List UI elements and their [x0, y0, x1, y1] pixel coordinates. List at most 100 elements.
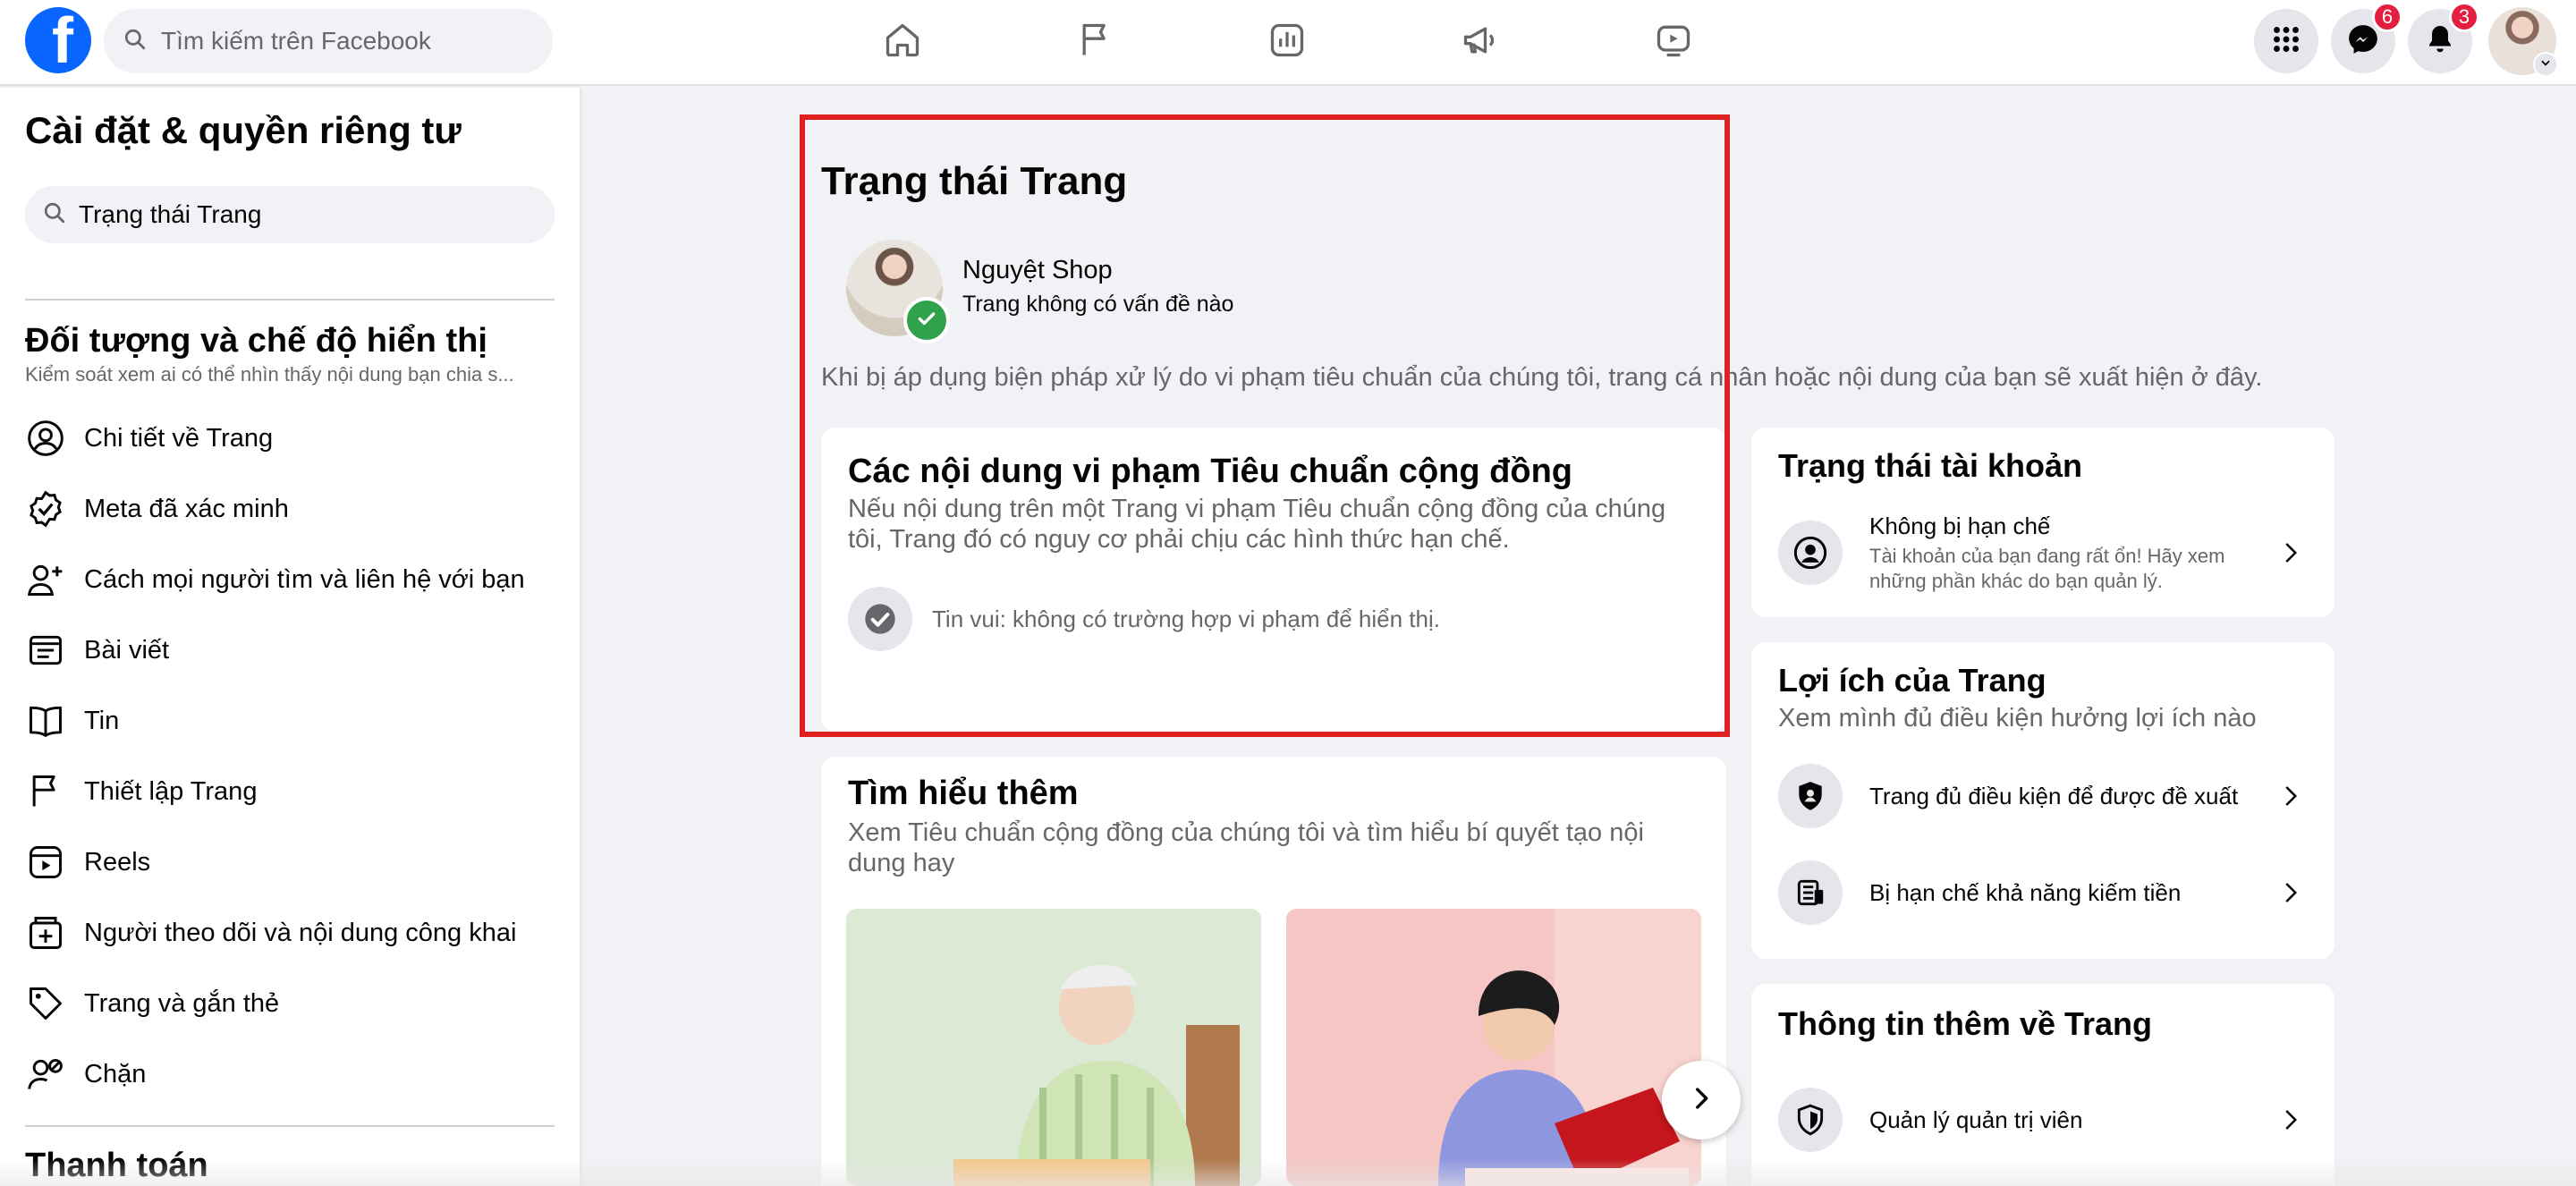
- pages-tab[interactable]: [1064, 13, 1127, 72]
- global-search-input[interactable]: [161, 27, 519, 55]
- info-row-label: Quản lý quản trị viên: [1869, 1106, 2083, 1133]
- content-tips-illustration[interactable]: [1286, 909, 1701, 1186]
- community-standards-illustration[interactable]: [846, 909, 1261, 1186]
- chevron-right-icon: [1686, 1083, 1716, 1118]
- page-benefits-description: Xem mình đủ điều kiện hưởng lợi ích nào: [1778, 704, 2257, 733]
- chevron-right-icon: [2272, 539, 2308, 566]
- grid-menu-icon: [2270, 23, 2302, 60]
- sidebar-item-blocking[interactable]: Chặn: [25, 1046, 555, 1103]
- video-play-icon: [1654, 21, 1693, 64]
- search-icon: [123, 28, 147, 55]
- megaphone-icon: [1461, 21, 1500, 64]
- flag-icon: [1076, 21, 1115, 64]
- sidebar-item-label: Chặn: [84, 1059, 147, 1089]
- page-status-text: Trang không có vấn đề nào: [962, 292, 1234, 317]
- account-status-subtext: Tài khoản của bạn đang rất ổn! Hãy xem n…: [1869, 544, 2225, 592]
- page-benefits-title: Lợi ích của Trang: [1778, 662, 2046, 699]
- benefit-row-recommendation[interactable]: Trang đủ điều kiện để được đề xuất: [1778, 762, 2308, 830]
- messenger-icon: [2346, 22, 2380, 61]
- shield-icon: [1778, 1088, 1843, 1152]
- sidebar-title: Cài đặt & quyền riêng tư: [25, 109, 462, 151]
- account-status-card: Trạng thái tài khoản Không bị hạn chế Tà…: [1751, 428, 2334, 617]
- insights-tab[interactable]: [1256, 13, 1318, 72]
- sidebar-item-label: Thiết lập Trang: [84, 776, 258, 806]
- info-row-admin-management[interactable]: Quản lý quản trị viên: [1778, 1086, 2308, 1154]
- sidebar-item-followers[interactable]: Người theo dõi và nội dung công khai: [25, 904, 555, 962]
- settings-sidebar: Cài đặt & quyền riêng tư Đối tượng và ch…: [0, 88, 580, 1186]
- home-icon: [883, 21, 922, 64]
- page-name: Nguyệt Shop: [962, 256, 1113, 284]
- account-status-row[interactable]: Không bị hạn chế Tài khoản của bạn đang …: [1778, 503, 2308, 603]
- account-menu-caret[interactable]: [2533, 52, 2558, 77]
- sidebar-item-posts[interactable]: Bài viết: [25, 622, 555, 679]
- violations-description: Nếu nội dung trên một Trang vi phạm Tiêu…: [848, 495, 1666, 554]
- global-search-box[interactable]: [104, 9, 553, 73]
- bar-chart-icon: [1267, 21, 1307, 64]
- sidebar-section-description: Kiểm soát xem ai có thể nhìn thấy nội du…: [25, 363, 514, 385]
- page-info-card: Thông tin thêm về Trang Quản lý quản trị…: [1751, 984, 2334, 1186]
- learn-more-title: Tìm hiểu thêm: [848, 775, 1079, 812]
- carousel-next-button[interactable]: [1662, 1061, 1741, 1139]
- sidebar-item-label: Meta đã xác minh: [84, 494, 289, 523]
- block-user-icon: [25, 1054, 66, 1095]
- benefit-label: Bị hạn chế khả năng kiếm tiền: [1869, 878, 2182, 906]
- post-icon: [25, 630, 66, 671]
- sidebar-item-label: Trang và gắn thẻ: [84, 988, 280, 1018]
- no-violations-row: Tin vui: không có trường hợp vi phạm để …: [848, 585, 1699, 653]
- benefit-label: Trang đủ điều kiện để được đề xuất: [1869, 782, 2239, 809]
- messenger-badge: 6: [2372, 2, 2402, 32]
- person-add-icon: [25, 559, 66, 600]
- facebook-logo-letter: f: [52, 7, 73, 73]
- user-circle-icon: [25, 418, 66, 459]
- video-tab[interactable]: [1642, 13, 1705, 72]
- notifications-button[interactable]: 3: [2408, 2, 2479, 73]
- sidebar-divider: [25, 1125, 555, 1127]
- sidebar-divider: [25, 299, 555, 301]
- reels-icon: [25, 842, 66, 883]
- violations-title: Các nội dung vi phạm Tiêu chuẩn cộng đồn…: [848, 453, 1572, 490]
- verified-badge-icon: [25, 488, 66, 529]
- chevron-right-icon: [2272, 1106, 2308, 1133]
- sidebar-item-stories[interactable]: Tin: [25, 692, 555, 750]
- page-info-title: Thông tin thêm về Trang: [1778, 1005, 2153, 1042]
- shield-user-icon: [1778, 764, 1843, 828]
- sidebar-item-page-setup[interactable]: Thiết lập Trang: [25, 763, 555, 820]
- status-intro-text: Khi bị áp dụng biện pháp xử lý do vi phạ…: [821, 363, 2263, 392]
- settings-search-input[interactable]: [79, 200, 526, 229]
- sidebar-item-label: Cách mọi người tìm và liên hệ với bạn: [84, 564, 525, 594]
- sidebar-section-title: Đối tượng và chế độ hiển thị: [25, 322, 487, 360]
- sidebar-item-label: Bài viết: [84, 635, 170, 665]
- facebook-logo[interactable]: f: [25, 7, 91, 73]
- chevron-down-icon: [2539, 56, 2552, 73]
- sidebar-item-meta-verified[interactable]: Meta đã xác minh: [25, 480, 555, 538]
- sidebar-item-label: Chi tiết về Trang: [84, 423, 274, 453]
- bell-icon: [2424, 23, 2456, 60]
- check-icon: [915, 307, 938, 335]
- notifications-badge: 3: [2449, 2, 2479, 32]
- sidebar-item-label: Tin: [84, 706, 120, 735]
- sidebar-section-title: Thanh toán: [25, 1147, 208, 1184]
- sidebar-item-page-details[interactable]: Chi tiết về Trang: [25, 410, 555, 467]
- search-icon: [43, 201, 66, 229]
- sidebar-item-label: Người theo dõi và nội dung công khai: [84, 918, 517, 947]
- menu-button[interactable]: [2254, 9, 2318, 73]
- sidebar-item-reels[interactable]: Reels: [25, 834, 555, 891]
- sidebar-item-find-contact[interactable]: Cách mọi người tìm và liên hệ với bạn: [25, 551, 555, 608]
- top-navigation-bar: f 6 3: [0, 0, 2576, 86]
- benefit-row-monetization[interactable]: Bị hạn chế khả năng kiếm tiền: [1778, 859, 2308, 927]
- page-title: Trạng thái Trang: [821, 159, 1128, 203]
- ads-tab[interactable]: [1449, 13, 1512, 72]
- violations-card: Các nội dung vi phạm Tiêu chuẩn cộng đồn…: [821, 428, 1726, 732]
- sidebar-item-tagging[interactable]: Trang và gắn thẻ: [25, 975, 555, 1032]
- settings-search-box[interactable]: [25, 186, 555, 243]
- chevron-right-icon: [2272, 879, 2308, 906]
- tag-icon: [25, 983, 66, 1024]
- user-circle-icon: [1778, 521, 1843, 585]
- flag-icon: [25, 771, 66, 812]
- book-open-icon: [25, 700, 66, 741]
- followers-icon: [25, 912, 66, 953]
- status-ok-badge: [903, 297, 950, 343]
- messenger-button[interactable]: 6: [2331, 2, 2402, 73]
- check-circle-icon: [848, 587, 912, 651]
- home-tab[interactable]: [871, 13, 934, 72]
